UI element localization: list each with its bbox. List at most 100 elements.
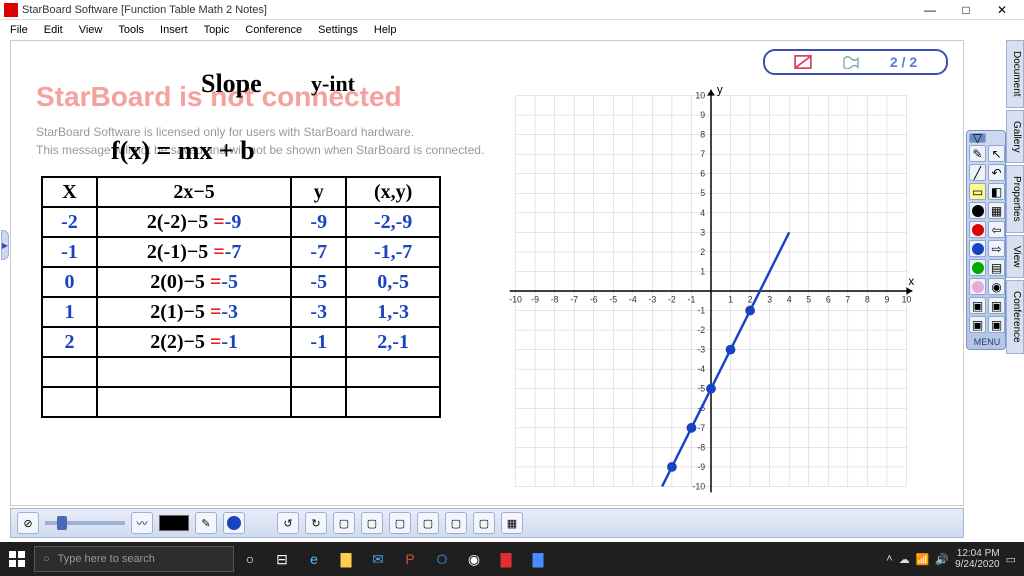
tool-d[interactable]: ▢	[417, 512, 439, 534]
svg-text:9: 9	[884, 295, 889, 305]
tool-b[interactable]: ▢	[361, 512, 383, 534]
svg-text:-10: -10	[692, 481, 705, 491]
svg-text:-2: -2	[668, 295, 676, 305]
svg-text:6: 6	[826, 295, 831, 305]
app-outlook-icon[interactable]: O	[430, 547, 454, 571]
app-icon	[4, 3, 18, 17]
th-expr: 2x−5	[97, 177, 291, 207]
menu-settings[interactable]: Settings	[312, 22, 364, 38]
cursor-tool[interactable]: ↖	[988, 145, 1005, 162]
color-red[interactable]	[969, 221, 986, 238]
svg-text:-2: -2	[697, 325, 705, 335]
close-button[interactable]: ✕	[984, 1, 1020, 19]
stack-tool-2[interactable]: ▣	[988, 297, 1005, 314]
taskbar-search[interactable]: ○ Type here to search	[34, 546, 234, 572]
tab-view[interactable]: View	[1006, 235, 1024, 279]
th-x: X	[42, 177, 97, 207]
tool-e[interactable]: ▢	[445, 512, 467, 534]
eraser-tool[interactable]: ◧	[988, 183, 1005, 200]
tab-properties[interactable]: Properties	[1006, 165, 1024, 233]
pen-red-icon[interactable]: ✎	[195, 512, 217, 534]
color-green[interactable]	[969, 259, 986, 276]
menu-insert[interactable]: Insert	[154, 22, 194, 38]
app-chrome-icon[interactable]: ◉	[462, 547, 486, 571]
color-swatch[interactable]	[159, 515, 189, 531]
undo-button[interactable]: ↶	[988, 164, 1005, 181]
no-fill-icon	[794, 55, 812, 69]
nav-fwd[interactable]: ↻	[305, 512, 327, 534]
dot-blue[interactable]	[223, 512, 245, 534]
svg-text:6: 6	[700, 169, 705, 179]
menubar: File Edit View Tools Insert Topic Confer…	[0, 20, 1024, 40]
svg-text:2: 2	[700, 247, 705, 257]
expand-handle[interactable]: ▶	[1, 230, 9, 260]
tab-conference[interactable]: Conference	[1006, 280, 1024, 354]
taskbar-clock[interactable]: 12:04 PM 9/24/2020	[955, 548, 1000, 570]
notifications-icon[interactable]: ▭	[1006, 553, 1016, 566]
app-zoom-icon[interactable]: ▇	[526, 547, 550, 571]
thickness-slider[interactable]	[45, 521, 125, 525]
tool-c[interactable]: ▢	[389, 512, 411, 534]
system-tray[interactable]: ˄ ☁ 📶 🔊 12:04 PM 9/24/2020 ▭	[886, 548, 1024, 570]
app-ppt-icon[interactable]: P	[398, 547, 422, 571]
table-row: 22(2)−5 =-1-12,-1	[42, 327, 440, 357]
menu-conference[interactable]: Conference	[239, 22, 308, 38]
grid-tool[interactable]: ▦	[988, 202, 1005, 219]
minimize-button[interactable]: —	[912, 1, 948, 19]
tool-g[interactable]: ▦	[501, 512, 523, 534]
page-indicator[interactable]: 2 / 2	[763, 49, 948, 75]
tool-a[interactable]: ▢	[333, 512, 355, 534]
line-tool[interactable]: ╱	[969, 164, 986, 181]
color-black[interactable]	[969, 202, 986, 219]
clock-date: 9/24/2020	[955, 559, 1000, 570]
app-edge-icon[interactable]: e	[302, 547, 326, 571]
th-y: y	[291, 177, 346, 207]
start-button[interactable]	[0, 542, 34, 576]
tray-cloud-icon[interactable]: ☁	[899, 553, 910, 566]
tray-wifi-icon[interactable]: 📶	[916, 553, 930, 566]
stack-tool-4[interactable]: ▣	[988, 316, 1005, 333]
color-pink[interactable]	[969, 278, 986, 295]
tray-up-icon[interactable]: ˄	[886, 553, 892, 565]
maximize-button[interactable]: □	[948, 1, 984, 19]
palette-menu-label[interactable]: MENU	[969, 335, 1005, 347]
color-blue[interactable]	[969, 240, 986, 257]
next-button[interactable]: ⇨	[988, 240, 1005, 257]
menu-edit[interactable]: Edit	[38, 22, 69, 38]
menu-help[interactable]: Help	[368, 22, 403, 38]
svg-text:5: 5	[700, 188, 705, 198]
misc-tool[interactable]: ◉	[988, 278, 1005, 295]
nav-back[interactable]: ↺	[277, 512, 299, 534]
app-mail-icon[interactable]: ✉	[366, 547, 390, 571]
palette-handle[interactable]: ▽	[969, 133, 986, 143]
cortana-icon[interactable]: ○	[238, 547, 262, 571]
prev-button[interactable]: ⇦	[988, 221, 1005, 238]
svg-text:-5: -5	[609, 295, 617, 305]
page-tool[interactable]: ▤	[988, 259, 1005, 276]
svg-text:-3: -3	[648, 295, 656, 305]
tab-gallery[interactable]: Gallery	[1006, 110, 1024, 164]
license-text: StarBoard Software is licensed only for …	[36, 123, 484, 159]
app-explorer-icon[interactable]: ▇	[334, 547, 358, 571]
highlighter-tool[interactable]: ▭	[969, 183, 986, 200]
menu-topic[interactable]: Topic	[198, 22, 236, 38]
taskview-icon[interactable]: ⊟	[270, 547, 294, 571]
tool-brush[interactable]: 〰	[131, 512, 153, 534]
stack-tool-1[interactable]: ▣	[969, 297, 986, 314]
svg-text:5: 5	[806, 295, 811, 305]
table-row: -22(-2)−5 =-9-9-2,-9	[42, 207, 440, 237]
tray-volume-icon[interactable]: 🔊	[935, 553, 949, 566]
menu-file[interactable]: File	[4, 22, 34, 38]
canvas-workspace[interactable]: 2 / 2 StarBoard is not connected StarBoa…	[10, 40, 964, 506]
svg-text:-9: -9	[531, 295, 539, 305]
tool-noentry[interactable]: ⊘	[17, 512, 39, 534]
tab-document[interactable]: Document	[1006, 40, 1024, 108]
stack-tool-3[interactable]: ▣	[969, 316, 986, 333]
search-placeholder: Type here to search	[58, 553, 155, 565]
app-starboard-icon[interactable]: ▇	[494, 547, 518, 571]
menu-view[interactable]: View	[73, 22, 109, 38]
tool-f[interactable]: ▢	[473, 512, 495, 534]
page-count: 2 / 2	[890, 54, 917, 70]
menu-tools[interactable]: Tools	[112, 22, 150, 38]
pen-tool[interactable]: ✎	[969, 145, 986, 162]
